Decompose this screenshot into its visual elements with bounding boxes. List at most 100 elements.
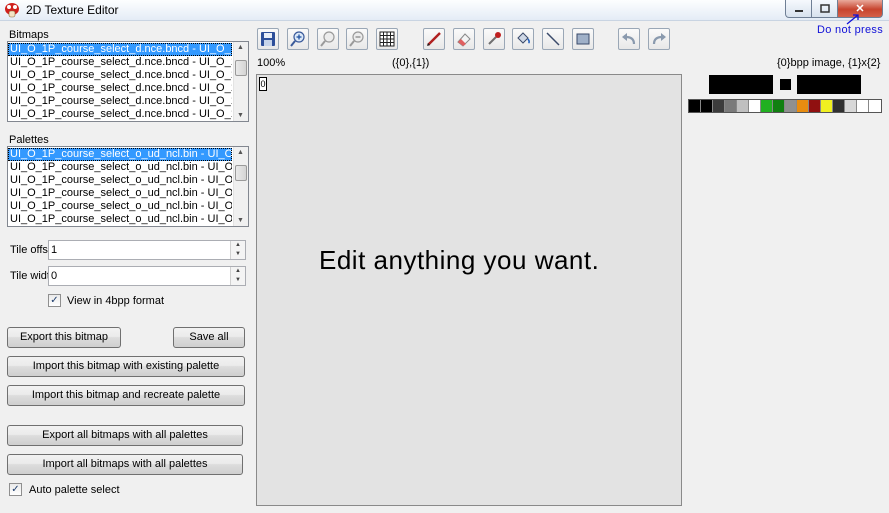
window-title: 2D Texture Editor	[26, 3, 119, 17]
minimize-button[interactable]	[785, 0, 812, 18]
scroll-thumb[interactable]	[235, 165, 247, 181]
bitmaps-label: Bitmaps	[9, 29, 49, 41]
list-item[interactable]: UI_O_1P_course_select_d.nce.bncd - UI_O_…	[8, 69, 232, 82]
view-4bpp-checkbox[interactable]: ✓	[48, 294, 61, 307]
do-not-press-note: Do not press	[817, 24, 883, 36]
export-all-button[interactable]: Export all bitmaps with all palettes	[7, 425, 243, 446]
palette-swatch[interactable]	[809, 100, 821, 112]
eraser-icon	[457, 33, 471, 47]
save-all-button[interactable]: Save all	[173, 327, 245, 348]
bitmaps-scrollbar[interactable]: ▲ ▼	[233, 42, 248, 121]
zoom-out-button[interactable]	[346, 28, 368, 50]
grid-button[interactable]	[376, 28, 398, 50]
palette-swatch[interactable]	[797, 100, 809, 112]
list-item[interactable]: UI_O_1P_course_select_o_ud_ncl.bin - UI_…	[8, 161, 232, 174]
image-info: {0}bpp image, {1}x{2}	[777, 57, 881, 69]
palette-swatch[interactable]	[869, 100, 881, 112]
palette-swatch[interactable]	[713, 100, 725, 112]
palette-swatch[interactable]	[773, 100, 785, 112]
canvas-message: Edit anything you want.	[319, 245, 600, 275]
auto-palette-checkbox[interactable]: ✓	[9, 483, 22, 496]
scroll-down-icon[interactable]: ▼	[237, 112, 244, 119]
palette-swatch[interactable]	[725, 100, 737, 112]
tile-width-label: Tile widt	[10, 270, 50, 282]
palette-swatch[interactable]	[737, 100, 749, 112]
eraser-button[interactable]	[453, 28, 475, 50]
edit-canvas[interactable]: 0 Edit anything you want.	[256, 74, 682, 506]
palettes-scrollbar[interactable]: ▲ ▼	[233, 147, 248, 226]
save-button[interactable]	[257, 28, 279, 50]
swap-colors-swatch[interactable]	[780, 79, 791, 90]
spin-down-icon[interactable]: ▼	[230, 250, 245, 259]
primary-color-swatch[interactable]	[709, 75, 773, 94]
cursor-position: ({0},{1})	[392, 57, 430, 69]
palette-swatch[interactable]	[821, 100, 833, 112]
list-item[interactable]: UI_O_1P_course_select_o_ud_ncl.bin - UI_…	[8, 187, 232, 200]
secondary-color-swatch[interactable]	[797, 75, 861, 94]
palette-swatch[interactable]	[701, 100, 713, 112]
scroll-down-icon[interactable]: ▼	[237, 217, 244, 224]
mushroom-app-icon	[5, 3, 19, 18]
zoom-level: 100%	[257, 57, 286, 69]
line-button[interactable]	[542, 28, 564, 50]
tile-offset-value[interactable]: 1	[51, 244, 57, 256]
tile-width-stepper[interactable]: 0 ▲ ▼	[48, 266, 246, 286]
grid-icon	[379, 31, 395, 47]
fill-bucket-button[interactable]	[512, 28, 534, 50]
palette-swatch[interactable]	[785, 100, 797, 112]
bitmaps-list[interactable]: UI_O_1P_course_select_d.nce.bncd - UI_O_…	[7, 41, 249, 122]
scroll-up-icon[interactable]: ▲	[237, 149, 244, 156]
list-item[interactable]: UI_O_1P_course_select_o_ud_ncl.bin - UI_…	[8, 213, 232, 226]
palette-swatch[interactable]	[689, 100, 701, 112]
redo-button[interactable]	[648, 28, 670, 50]
list-item[interactable]: UI_O_1P_course_select_d.nce.bncd - UI_O_…	[8, 95, 232, 108]
maximize-icon	[819, 4, 830, 13]
tile-marker: 0	[259, 77, 267, 91]
zoom-in-icon	[290, 31, 305, 47]
spin-up-icon[interactable]: ▲	[230, 267, 245, 276]
eyedropper-icon	[488, 32, 501, 45]
list-item[interactable]: UI_O_1P_course_select_d.nce.bncd - UI_O_…	[8, 56, 232, 69]
palette-swatches[interactable]	[688, 99, 882, 113]
palettes-list[interactable]: UI_O_1P_course_select_o_ud_ncl.bin - UI_…	[7, 146, 249, 227]
tile-width-value[interactable]: 0	[51, 270, 57, 282]
minimize-icon	[794, 9, 803, 12]
import-existing-palette-button[interactable]: Import this bitmap with existing palette	[7, 356, 245, 377]
list-item[interactable]: UI_O_1P_course_select_d.nce.bncd - UI_O_…	[8, 108, 232, 121]
tile-offset-stepper[interactable]: 1 ▲ ▼	[48, 240, 246, 260]
list-item[interactable]: UI_O_1P_course_select_o_ud_ncl.bin - UI_…	[8, 148, 232, 161]
import-all-button[interactable]: Import all bitmaps with all palettes	[7, 454, 243, 475]
scroll-up-icon[interactable]: ▲	[237, 44, 244, 51]
import-recreate-palette-button[interactable]: Import this bitmap and recreate palette	[7, 385, 245, 406]
save-icon	[261, 32, 275, 46]
maximize-button[interactable]	[812, 0, 838, 18]
undo-button[interactable]	[618, 28, 640, 50]
list-item[interactable]: UI_O_1P_course_select_o_ud_ncl.bin - UI_…	[8, 174, 232, 187]
spin-up-icon[interactable]: ▲	[230, 241, 245, 250]
scroll-thumb[interactable]	[235, 60, 247, 76]
rectangle-icon	[576, 33, 590, 45]
palette-swatch[interactable]	[749, 100, 761, 112]
pencil-icon	[427, 32, 441, 46]
palette-swatch[interactable]	[845, 100, 857, 112]
redo-icon	[652, 33, 666, 45]
title-bar: 2D Texture Editor ✕	[0, 0, 889, 21]
palettes-label: Palettes	[9, 134, 49, 146]
tile-offset-label: Tile offs	[10, 244, 48, 256]
fill-bucket-icon	[517, 32, 530, 44]
rectangle-button[interactable]	[572, 28, 594, 50]
zoom-in-button[interactable]	[287, 28, 309, 50]
palette-swatch[interactable]	[833, 100, 845, 112]
list-item[interactable]: UI_O_1P_course_select_d.nce.bncd - UI_O_…	[8, 82, 232, 95]
palette-swatch[interactable]	[761, 100, 773, 112]
eyedropper-button[interactable]	[483, 28, 505, 50]
list-item[interactable]: UI_O_1P_course_select_d.nce.bncd - UI_O_…	[8, 43, 232, 56]
palette-swatch[interactable]	[857, 100, 869, 112]
auto-palette-label: Auto palette select	[29, 484, 120, 496]
zoom-out-icon	[349, 31, 364, 47]
pencil-button[interactable]	[423, 28, 445, 50]
spin-down-icon[interactable]: ▼	[230, 276, 245, 285]
export-bitmap-button[interactable]: Export this bitmap	[7, 327, 121, 348]
zoom-original-button[interactable]	[317, 28, 339, 50]
list-item[interactable]: UI_O_1P_course_select_o_ud_ncl.bin - UI_…	[8, 200, 232, 213]
